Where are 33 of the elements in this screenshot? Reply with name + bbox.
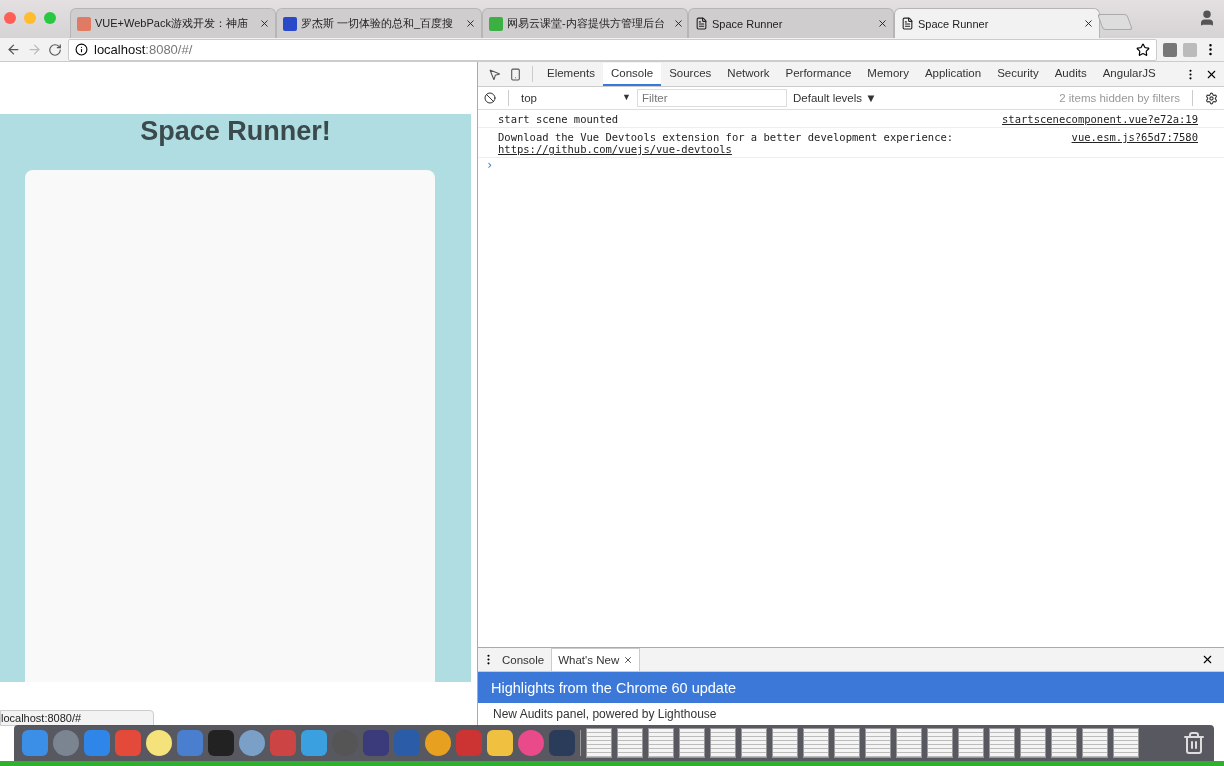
browser-tab[interactable]: 罗杰斯 一切体验的总和_百度搜 [276,8,482,38]
devtools-tab[interactable]: Sources [661,62,720,86]
browser-tab[interactable]: Space Runner [688,8,894,38]
dropdown-caret: ▼ [622,92,631,104]
whats-new-item[interactable]: New Audits panel, powered by Lighthouse [478,703,1224,727]
status-url: localhost:8080/# [0,710,154,726]
devtools-tab[interactable]: Elements [539,62,603,86]
source-link[interactable]: vue.esm.js?65d7:7580 [1071,131,1198,155]
console-message: start scene mounted [498,113,620,125]
devtools-tab[interactable]: Memory [859,62,917,86]
drawer-tab[interactable]: What's New [551,648,641,671]
devtools-tab[interactable]: Application [916,62,990,86]
hidden-messages-note: 2 items hidden by filters [1059,92,1180,104]
devtools-tab[interactable]: Network [719,62,778,86]
devtools-tab[interactable]: Performance [777,62,860,86]
console-link[interactable]: https://github.com/vuejs/vue-devtools [498,143,1072,155]
browser-tab[interactable]: Space Runner [894,8,1100,38]
page-title: Space Runner! [140,116,331,148]
devtools-tab[interactable]: Security [989,62,1047,86]
whats-new-banner: Highlights from the Chrome 60 update [478,672,1224,703]
drawer-tab[interactable]: Console [495,648,552,671]
filter-field[interactable]: Filter [637,89,787,107]
context-select[interactable]: top ▼ [521,92,631,104]
source-link[interactable]: startscenecomponent.vue?e72a:19 [1002,113,1198,125]
address-field[interactable]: localhost:8080/#/ [68,38,1157,61]
devtools-tab[interactable]: Audits [1046,62,1095,86]
devtools-tab[interactable]: Console [602,62,662,86]
levels-dropdown[interactable]: Default levels ▼ [793,92,877,104]
console-message: Download the Vue Devtools extension for a better development experience: [498,131,955,143]
console-prompt[interactable]: › [478,158,1224,172]
devtools-tab[interactable]: AngularJS [1094,62,1164,86]
browser-tab[interactable]: VUE+WebPack游戏开发：神庙 [70,8,276,38]
browser-tab[interactable]: 网易云课堂-内容提供方管理后台 [482,8,688,38]
